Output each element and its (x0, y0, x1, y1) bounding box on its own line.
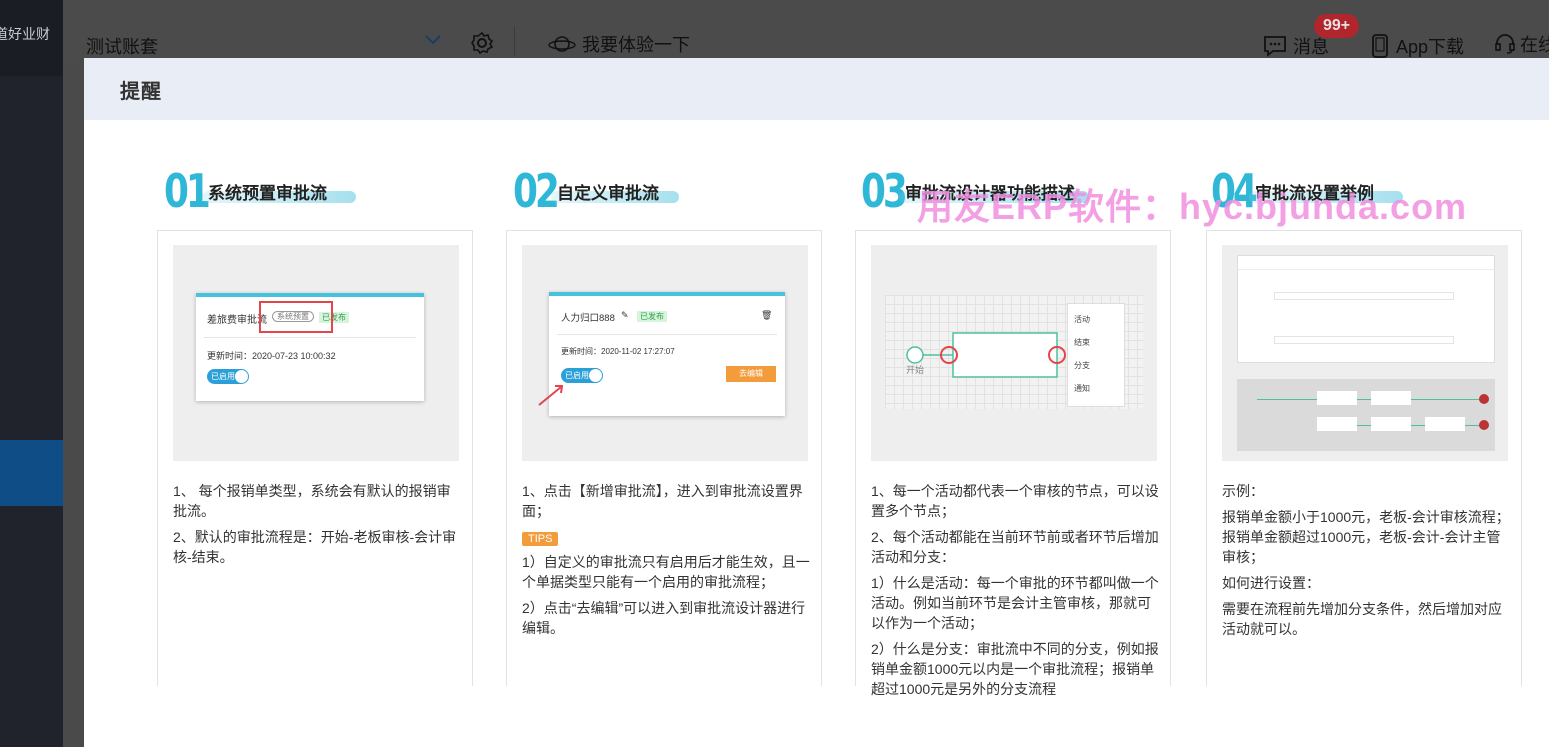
edit-button: 去编辑 (726, 366, 776, 382)
try-button[interactable]: 我要体验一下 (548, 31, 690, 57)
description-line: 1、 每个报销单类型，系统会有默认的报销审批流。 (173, 483, 451, 519)
menu-item-branch: 分支 (1074, 361, 1090, 370)
flow-preview-mock (1237, 379, 1495, 451)
section-title-02: 02 自定义审批流 (513, 164, 679, 218)
tips-badge: TIPS (522, 532, 559, 546)
card-system-preset: 差旅费审批流 系统预置 已发布 更新时间：2020-07-23 10:00:32… (157, 230, 473, 686)
chevron-down-icon[interactable] (424, 30, 442, 48)
menu-item-activity: 活动 (1074, 315, 1090, 324)
phone-icon (1372, 34, 1388, 58)
online-service-button[interactable]: 在线 (1494, 31, 1549, 57)
section-title-text: 系统预置审批流 (208, 183, 327, 203)
published-tag: 已发布 (637, 311, 667, 322)
gear-icon[interactable] (470, 31, 494, 55)
description-line: 2、每个活动都能在当前环节前或者环节后增加活动和分支： (871, 529, 1159, 565)
app-download-button[interactable]: App下载 (1370, 33, 1464, 59)
reminder-modal: 提醒 01 系统预置审批流 02 自定义审批流 03 审批流设计器功能描述 04… (84, 58, 1549, 747)
watermark-text: 用友ERP软件：hyc.bjunda.com (917, 186, 1468, 227)
section-number: 02 (513, 164, 560, 218)
description-line: 1、点击【新增审批流】，进入到审批流设置界面； (522, 483, 803, 519)
app-download-label: App下载 (1396, 37, 1465, 57)
published-tag-text: 已发布 (637, 311, 667, 322)
card-custom-flow: 人力归口888 ✎ 已发布 🗑 更新时间：2020-11-02 17:27:07… (506, 230, 822, 686)
description-line: 示例： (1222, 483, 1264, 499)
brand-name: 道好业财 (0, 0, 63, 76)
description-line: 1）自定义的审批流只有启用后才能生效，且一个单据类型只能有一个启用的审批流程； (522, 554, 810, 590)
settings-panel-mock (1237, 255, 1495, 363)
node-menu: 活动 结束 分支 通知 (1067, 303, 1125, 407)
description-line: 2）点击“去编辑”可以进入到审批流设计器进行编辑。 (522, 600, 806, 636)
online-service-label: 在线 (1520, 35, 1549, 55)
description-line: 2）什么是分支：审批流中不同的分支，例如报销单金额1000元以内是一个审批流程；… (871, 641, 1159, 697)
mini-card-name: 人力归口888 (561, 313, 615, 324)
mini-approval-card: 人力归口888 ✎ 已发布 🗑 更新时间：2020-11-02 17:27:07… (549, 292, 785, 416)
card-description: 1、 每个报销单类型，系统会有默认的报销审批流。 2、默认的审批流程是：开始-老… (173, 481, 463, 573)
menu-item-notify: 通知 (1074, 384, 1090, 393)
card-description: 1、点击【新增审批流】，进入到审批流设置界面； TIPS 1）自定义的审批流只有… (522, 481, 812, 644)
account-selector[interactable]: 测试账套 (86, 33, 158, 59)
messages-badge: 99+ (1314, 14, 1360, 38)
red-arrow-icon (538, 385, 564, 406)
flow-diagram (906, 332, 1066, 378)
card-screenshot: 开始 活动 结束 分支 通知 (871, 245, 1157, 461)
card-screenshot (1222, 245, 1508, 461)
mini-divider (204, 337, 416, 338)
enabled-toggle: 已启用 (561, 368, 603, 383)
planet-icon (548, 36, 576, 52)
section-title-01: 01 系统预置审批流 (164, 164, 356, 218)
menu-item-end: 结束 (1074, 338, 1090, 347)
update-time: 更新时间：2020-07-23 10:00:32 (207, 351, 336, 361)
messages-button[interactable]: 消息 (1263, 33, 1329, 59)
chat-icon (1264, 36, 1286, 57)
delete-icon: 🗑 (761, 310, 773, 320)
card-description: 示例： 报销单金额小于1000元，老板-会计审核流程；报销单金额超过1000元，… (1222, 481, 1512, 645)
card-description: 1、每一个活动都代表一个审核的节点，可以设置多个节点； 2、每个活动都能在当前环… (871, 481, 1161, 705)
highlight-box (259, 301, 333, 333)
dashed-divider (0, 0, 4, 747)
card-example: 示例： 报销单金额小于1000元，老板-会计审核流程；报销单金额超过1000元，… (1206, 230, 1522, 686)
try-label: 我要体验一下 (582, 35, 690, 55)
description-line: 如何进行设置： (1222, 575, 1320, 591)
mini-card-name: 差旅费审批流 (207, 315, 267, 326)
card-screenshot: 人力归口888 ✎ 已发布 🗑 更新时间：2020-11-02 17:27:07… (522, 245, 808, 461)
modal-header: 提醒 (84, 58, 1549, 120)
enabled-toggle: 已启用 (207, 369, 249, 384)
sidebar: 道好业财 (0, 0, 63, 747)
description-line: 2、默认的审批流程是：开始-老板审核-会计审核-结束。 (173, 529, 457, 565)
headset-icon (1495, 34, 1515, 54)
card-designer-desc: 开始 活动 结束 分支 通知 1、每一个活动都代表一个审核的节点，可以设置多个节… (855, 230, 1171, 697)
start-node-label: 开始 (906, 365, 925, 375)
modal-title: 提醒 (120, 80, 162, 103)
edit-pen-icon: ✎ (621, 310, 629, 320)
section-title-text: 自定义审批流 (557, 183, 659, 203)
description-line: 1、每一个活动都代表一个审核的节点，可以设置多个节点； (871, 483, 1159, 519)
section-number: 03 (861, 164, 908, 218)
description-line: 1）什么是活动：每一个审批的环节都叫做一个活动。例如当前环节是会计主管审核，那就… (871, 575, 1159, 631)
card-screenshot: 差旅费审批流 系统预置 已发布 更新时间：2020-07-23 10:00:32… (173, 245, 459, 461)
mini-approval-card: 差旅费审批流 系统预置 已发布 更新时间：2020-07-23 10:00:32… (196, 293, 424, 401)
sidebar-active-item[interactable] (0, 440, 63, 506)
header-divider (514, 26, 515, 56)
description-line: 报销单金额小于1000元，老板-会计审核流程；报销单金额超过1000元，老板-会… (1222, 509, 1510, 565)
description-line: 需要在流程前先增加分支条件，然后增加对应活动就可以。 (1222, 601, 1502, 637)
section-number: 01 (164, 164, 211, 218)
mini-divider (557, 334, 777, 335)
update-time: 更新时间：2020-11-02 17:27:07 (561, 347, 675, 356)
